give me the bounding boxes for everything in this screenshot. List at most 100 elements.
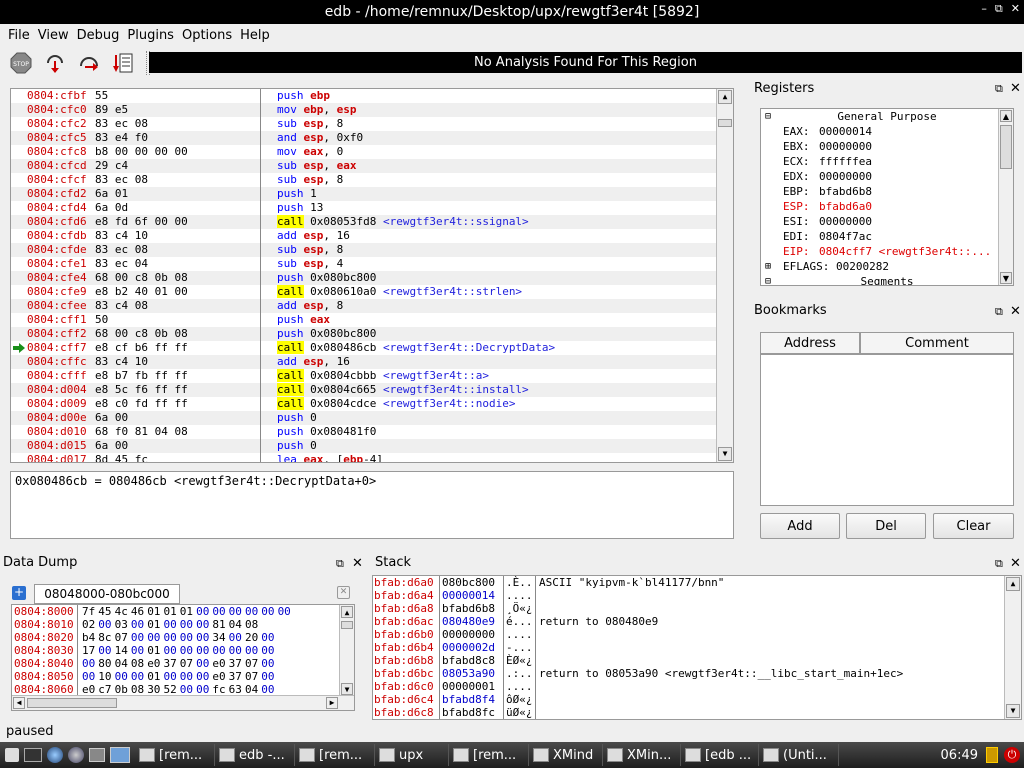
bookmarks-list[interactable] xyxy=(760,354,1014,506)
taskbar-item[interactable]: upx xyxy=(375,744,449,766)
scroll-down-icon[interactable]: ▼ xyxy=(1000,272,1012,284)
scroll-down-icon[interactable]: ▼ xyxy=(341,683,353,695)
menu-icon[interactable] xyxy=(5,748,19,762)
register-group-general-purpose[interactable]: ⊟ General Purpose xyxy=(761,109,1013,124)
dump-row[interactable]: 0804:8030 17 00 14 00 01 00 00 00 00 00 00 00 xyxy=(12,644,354,657)
disasm-row[interactable]: 0804:d017 8d 45 fc lea eax, [ebp-4] xyxy=(11,453,733,462)
taskbar-item[interactable]: [rem... xyxy=(135,744,215,766)
scroll-thumb[interactable] xyxy=(718,119,732,127)
bookmarks-column-comment[interactable]: Comment xyxy=(860,332,1014,354)
dump-row[interactable]: 0804:8020 b4 8c 07 00 00 00 00 00 34 00 20 00 xyxy=(12,631,354,644)
register-row[interactable]: EBP: bfabd6b8 xyxy=(761,184,1013,199)
disasm-row[interactable]: 0804:cff7 e8 cf b6 ff ff call 0x080486cb <… xyxy=(11,341,733,355)
scroll-right-icon[interactable]: ▶ xyxy=(326,697,338,709)
taskbar-item[interactable]: [edb ... xyxy=(681,744,759,766)
registers-scrollbar[interactable]: ▲ ▼ xyxy=(998,109,1013,285)
disasm-row[interactable]: 0804:cff2 68 00 c8 0b 08 push 0x080bc800 xyxy=(11,327,733,341)
data-dump-view[interactable]: 0804:8000 7f 45 4c 46 01 01 01 00 00 00 00 00 00 0804:… xyxy=(11,604,355,711)
minimize-button[interactable]: – xyxy=(981,2,987,16)
disasm-row[interactable]: 0804:cfd6 e8 fd 6f 00 00 call 0x08053fd8 <… xyxy=(11,215,733,229)
scroll-up-icon[interactable]: ▲ xyxy=(1006,577,1020,591)
menu-plugins[interactable]: Plugins xyxy=(123,28,178,43)
disasm-row[interactable]: 0804:cfde 83 ec 08 sub esp, 8 xyxy=(11,243,733,257)
disassembly-scrollbar[interactable]: ▲ ▼ xyxy=(716,89,733,462)
clear-bookmarks-button[interactable]: Clear xyxy=(933,513,1014,539)
scroll-thumb[interactable] xyxy=(341,621,353,629)
stop-icon[interactable]: STOP xyxy=(8,50,34,76)
stack-row[interactable]: bfab:d6c8 bfabd8fc üØ«¿ xyxy=(373,706,1021,719)
collapse-icon[interactable]: ⊟ xyxy=(765,274,771,285)
disasm-row[interactable]: 0804:d015 6a 00 push 0 xyxy=(11,439,733,453)
disasm-row[interactable]: 0804:cfc2 83 ec 08 sub esp, 8 xyxy=(11,117,733,131)
close-icon[interactable]: ✕ xyxy=(1010,81,1021,96)
menu-help[interactable]: Help xyxy=(236,28,274,43)
stack-row[interactable]: bfab:d6c0 00000001.... xyxy=(373,680,1021,693)
collapse-icon[interactable]: ⊟ xyxy=(765,109,771,124)
disasm-row[interactable]: 0804:cfc0 89 e5 mov ebp, esp xyxy=(11,103,733,117)
close-icon[interactable]: ✕ xyxy=(352,556,363,571)
stack-row[interactable]: bfab:d6a0 080bc800 .È.. ASCII "kyipvm-k`bl4… xyxy=(373,576,1021,589)
registers-tree[interactable]: ⊟ General Purpose EAX: 00000014 EBX: 000000… xyxy=(760,108,1014,286)
disasm-row[interactable]: 0804:cfee 83 c4 08 add esp, 8 xyxy=(11,299,733,313)
stack-row[interactable]: bfab:d6a4 00000014.... xyxy=(373,589,1021,602)
close-button[interactable]: ✕ xyxy=(1011,2,1020,16)
power-icon[interactable]: ⏻ xyxy=(1004,747,1020,763)
taskbar-item[interactable]: [rem... xyxy=(295,744,375,766)
register-row[interactable]: EDX: 00000000 xyxy=(761,169,1013,184)
close-tab-icon[interactable]: ✕ xyxy=(337,586,350,599)
float-icon[interactable]: ⧉ xyxy=(336,557,344,571)
disasm-row[interactable]: 0804:cff1 50 push eax xyxy=(11,313,733,327)
stack-row[interactable]: bfab:d6b4 0000002d -... xyxy=(373,641,1021,654)
scroll-down-icon[interactable]: ▼ xyxy=(718,447,732,461)
maximize-button[interactable]: ⧉ xyxy=(995,2,1003,16)
register-row[interactable]: EIP: 0804cff7 <rewgtf3er4t::... xyxy=(761,244,1013,259)
register-row[interactable]: EBX: 00000000 xyxy=(761,139,1013,154)
disasm-row[interactable]: 0804:d00e 6a 00 push 0 xyxy=(11,411,733,425)
disasm-row[interactable]: 0804:cfe4 68 00 c8 0b 08 push 0x080bc800 xyxy=(11,271,733,285)
register-row[interactable]: ESP: bfabd6a0 xyxy=(761,199,1013,214)
register-group-segments[interactable]: ⊟ Segments xyxy=(761,274,1013,285)
scroll-up-icon[interactable]: ▲ xyxy=(341,606,353,618)
taskbar-item[interactable]: XMind xyxy=(529,744,603,766)
taskbar-item[interactable]: edb -... xyxy=(215,744,295,766)
browser-icon[interactable] xyxy=(68,747,84,763)
stack-row[interactable]: bfab:d6b0 00000000.... xyxy=(373,628,1021,641)
register-row[interactable]: EDI: 0804f7ac xyxy=(761,229,1013,244)
dump-row[interactable]: 0804:8050 00 10 00 00 01 00 00 00 e0 37 07 00 xyxy=(12,670,354,683)
menu-view[interactable]: View xyxy=(34,28,73,43)
stack-row[interactable]: bfab:d6bc 08053a90.:.. return to 08053a90 … xyxy=(373,667,1021,680)
close-icon[interactable]: ✕ xyxy=(1010,556,1021,571)
bookmarks-column-address[interactable]: Address xyxy=(760,332,860,354)
stack-row[interactable]: bfab:d6b8 bfabd8c8 ÈØ«¿ xyxy=(373,654,1021,667)
disasm-row[interactable]: 0804:cfc8 b8 00 00 00 00 mov eax, 0 xyxy=(11,145,733,159)
menu-debug[interactable]: Debug xyxy=(73,28,124,43)
step-out-icon[interactable] xyxy=(110,50,136,76)
menu-options[interactable]: Options xyxy=(178,28,236,43)
disasm-row[interactable]: 0804:cfc5 83 e4 f0 and esp, 0xf0 xyxy=(11,131,733,145)
dump-hscrollbar[interactable]: ◀ ▶ xyxy=(12,695,354,710)
add-bookmark-button[interactable]: Add xyxy=(760,513,840,539)
float-icon[interactable]: ⧉ xyxy=(995,82,1003,96)
disasm-row[interactable]: 0804:d009 e8 c0 fd ff ff call 0x0804cdce <… xyxy=(11,397,733,411)
dump-vscrollbar[interactable]: ▲ ▼ xyxy=(339,605,354,696)
scroll-up-icon[interactable]: ▲ xyxy=(1000,110,1012,122)
new-tab-icon[interactable]: + xyxy=(12,586,26,600)
disasm-row[interactable]: 0804:cfff e8 b7 fb ff ff call 0x0804cbbb <… xyxy=(11,369,733,383)
stack-scrollbar[interactable]: ▲ ▼ xyxy=(1004,576,1021,719)
disasm-row[interactable]: 0804:cfcd 29 c4 sub esp, eax xyxy=(11,159,733,173)
disasm-row[interactable]: 0804:d004 e8 5c f6 ff ff call 0x0804c665 <… xyxy=(11,383,733,397)
disasm-row[interactable]: 0804:cfbf 55 push ebp xyxy=(11,89,733,103)
stack-row[interactable]: bfab:d6ac 080480e9 é... return to 080480e9 xyxy=(373,615,1021,628)
step-into-icon[interactable] xyxy=(42,50,68,76)
disasm-row[interactable]: 0804:cfe9 e8 b2 40 01 00 call 0x080610a0 <… xyxy=(11,285,733,299)
dump-row[interactable]: 0804:8040 00 80 04 08 e0 37 07 00 e0 37 07 00 xyxy=(12,657,354,670)
scroll-thumb[interactable] xyxy=(27,698,117,708)
stack-view[interactable]: bfab:d6a0 080bc800 .È.. ASCII "kyipvm-k`bl4… xyxy=(372,575,1022,720)
dump-row[interactable]: 0804:8000 7f 45 4c 46 01 01 01 00 00 00 00 00 00 xyxy=(12,605,354,618)
close-icon[interactable]: ✕ xyxy=(1010,304,1021,319)
disasm-row[interactable]: 0804:cfe1 83 ec 04 sub esp, 4 xyxy=(11,257,733,271)
disasm-row[interactable]: 0804:d010 68 f0 81 04 08 push 0x080481f0 xyxy=(11,425,733,439)
taskbar-item[interactable]: (Unti... xyxy=(759,744,839,766)
globe-icon[interactable] xyxy=(47,747,63,763)
menu-file[interactable]: File xyxy=(4,28,34,43)
